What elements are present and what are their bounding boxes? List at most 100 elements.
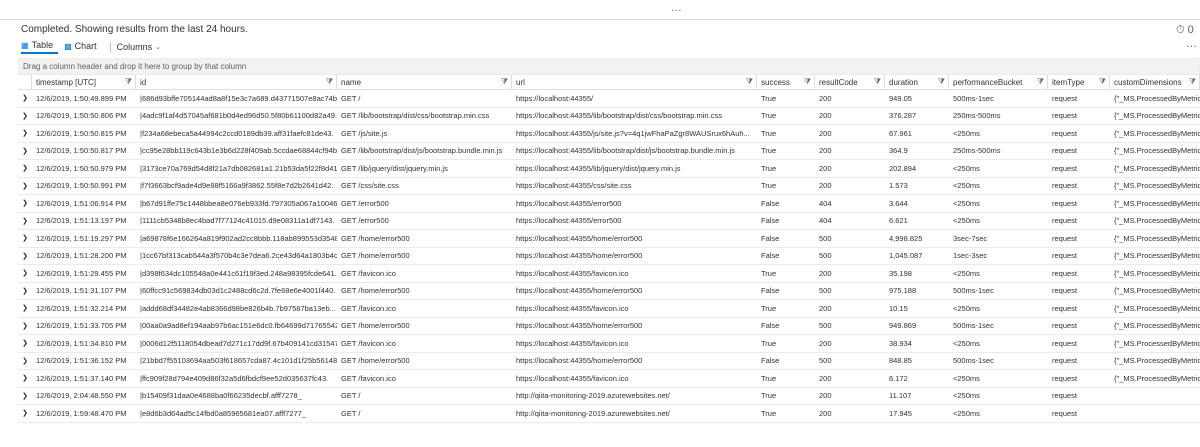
cell-item-type: request: [1052, 408, 1078, 418]
filter-icon[interactable]: ⧩: [804, 77, 811, 87]
table-row[interactable]: ❯ 12/6/2019, 1:51:36.152 PM |21bbd7f551036…: [18, 353, 1200, 370]
cell-result-code: 200: [819, 111, 832, 121]
table-row[interactable]: ❯ 12/6/2019, 1:51:29.455 PM |d398f634dc105…: [18, 265, 1200, 283]
filter-icon[interactable]: ⧩: [938, 77, 945, 87]
cell-success: False: [761, 233, 780, 243]
cell-result-code: 404: [819, 216, 832, 226]
filter-icon[interactable]: ⧩: [1099, 77, 1106, 87]
column-header-custom-dimensions[interactable]: customDimensions ⧩: [1110, 75, 1200, 89]
columns-dropdown[interactable]: Columns ⌄: [117, 42, 161, 52]
cell-duration: 3.644: [889, 198, 908, 208]
cell-name: GET /favicon.ico: [341, 303, 396, 313]
table-row[interactable]: ❯ 12/6/2019, 1:50:50.815 PM |f234a68ebeca5…: [18, 125, 1200, 143]
table-row[interactable]: ❯ 12/6/2019, 1:51:31.107 PM |60ffcc91c5698…: [18, 283, 1200, 300]
cell-duration: 4,998.825: [889, 233, 923, 243]
table-row[interactable]: ❯ 12/6/2019, 1:51:34.810 PM |0006d12f51180…: [18, 335, 1200, 353]
chevron-right-icon[interactable]: ❯: [18, 234, 32, 242]
cell-result-code: 200: [819, 338, 832, 348]
chevron-right-icon[interactable]: ❯: [18, 357, 32, 365]
table-row[interactable]: ❯ 12/6/2019, 1:51:06.914 PM |b67d91ffe75c1…: [18, 195, 1200, 213]
chevron-right-icon[interactable]: ❯: [18, 199, 32, 207]
cell-url: https://localhost:44355/home/error500: [516, 251, 643, 261]
chevron-right-icon[interactable]: ❯: [18, 182, 32, 190]
chevron-right-icon[interactable]: ❯: [18, 147, 32, 155]
cell-result-code: 200: [819, 128, 832, 138]
cell-timestamp: 12/6/2019, 1:50:50.815 PM: [36, 128, 127, 138]
chevron-right-icon[interactable]: ❯: [18, 269, 32, 277]
cell-id: |a69878f6e166264a819f902ad2cc8bbb.118ab8…: [140, 233, 337, 243]
table-row[interactable]: ❯ 12/6/2019, 1:51:32.214 PM |addd68df34482…: [18, 300, 1200, 318]
cell-url: https://localhost:44355/favicon.ico: [516, 303, 629, 313]
column-header-item-type[interactable]: itemType ⧩: [1048, 75, 1110, 89]
cell-item-type: request: [1052, 303, 1078, 313]
cell-result-code: 200: [819, 93, 832, 103]
table-row[interactable]: ❯ 12/6/2019, 1:51:37.140 PM |ffc909f28d794…: [18, 370, 1200, 388]
table-row[interactable]: ❯ 12/6/2019, 1:59:48.470 PM |e8d6b3d64ad5c…: [18, 405, 1200, 423]
column-header-name[interactable]: name ⧩: [337, 75, 512, 89]
chevron-right-icon[interactable]: ❯: [18, 287, 32, 295]
column-header-id[interactable]: id ⧩: [136, 75, 337, 89]
cell-timestamp: 12/6/2019, 1:51:29.455 PM: [36, 268, 127, 278]
chevron-right-icon[interactable]: ❯: [18, 322, 32, 330]
table-row[interactable]: ❯ 12/6/2019, 1:51:33.705 PM |00aa0a9ad8ef1…: [18, 318, 1200, 335]
chevron-right-icon[interactable]: ❯: [18, 112, 32, 120]
cell-item-type: request: [1052, 128, 1078, 138]
cell-item-type: request: [1052, 268, 1078, 278]
more-options-icon[interactable]: …: [1186, 38, 1197, 50]
cell-id: |3173ce70a769d54d8f21a7db082681a1.21b53d…: [140, 163, 337, 173]
column-header-result-code[interactable]: resultCode ⧩: [815, 75, 885, 89]
filter-icon[interactable]: ⧩: [501, 77, 508, 87]
column-header-url[interactable]: url ⧩: [512, 75, 757, 89]
filter-icon[interactable]: ⧩: [1037, 77, 1044, 87]
chevron-right-icon[interactable]: ❯: [18, 304, 32, 312]
drag-handle-dots[interactable]: ...: [671, 3, 682, 14]
chevron-right-icon[interactable]: ❯: [18, 217, 32, 225]
filter-icon[interactable]: ⧩: [746, 77, 753, 87]
cell-url: https://localhost:44355/home/error500: [516, 286, 643, 296]
table-row[interactable]: ❯ 12/6/2019, 1:51:19.297 PM |a69878f6e1662…: [18, 230, 1200, 248]
chevron-right-icon[interactable]: ❯: [18, 129, 32, 137]
chevron-right-icon[interactable]: ❯: [18, 392, 32, 400]
chevron-right-icon[interactable]: ❯: [18, 252, 32, 260]
chevron-right-icon[interactable]: ❯: [18, 374, 32, 382]
filter-icon[interactable]: ⧩: [1189, 77, 1196, 87]
cell-success: False: [761, 321, 780, 331]
cell-id: |686d93bffe705144ad8a8f15e3c7a689.d43771…: [140, 93, 337, 103]
cell-timestamp: 12/6/2019, 1:51:28.200 PM: [36, 251, 127, 261]
table-row[interactable]: ❯ 12/6/2019, 2:04:48.550 PM |b15409f31daa0…: [18, 388, 1200, 405]
table-row[interactable]: ❯ 12/6/2019, 1:50:50.991 PM |f7f3663bcf9ad…: [18, 178, 1200, 195]
table-row[interactable]: ❯ 12/6/2019, 1:50:49.899 PM |686d93bffe705…: [18, 90, 1200, 108]
tab-table[interactable]: ▦ Table: [21, 40, 59, 54]
table-row[interactable]: ❯ 12/6/2019, 1:51:13.197 PM |1111cb5348b8e…: [18, 213, 1200, 230]
cell-url: https://localhost:44355/error500: [516, 198, 622, 208]
group-by-dropzone[interactable]: Drag a column header and drop it here to…: [18, 58, 1200, 75]
chevron-right-icon[interactable]: ❯: [18, 409, 32, 417]
filter-icon[interactable]: ⧩: [326, 77, 333, 87]
cell-timestamp: 12/6/2019, 2:04:48.550 PM: [36, 391, 127, 401]
chevron-right-icon[interactable]: ❯: [18, 164, 32, 172]
column-header-timestamp[interactable]: timestamp [UTC] ⧩: [32, 75, 136, 89]
filter-icon[interactable]: ⧩: [125, 77, 132, 87]
table-row[interactable]: ❯ 12/6/2019, 1:50:50.979 PM |3173ce70a769d…: [18, 160, 1200, 178]
tab-chart[interactable]: ▩ Chart: [64, 41, 102, 53]
cell-timestamp: 12/6/2019, 1:51:36.152 PM: [36, 356, 127, 366]
cell-item-type: request: [1052, 321, 1078, 331]
cell-item-type: request: [1052, 356, 1078, 366]
table-row[interactable]: ❯ 12/6/2019, 1:51:28.200 PM |1cc67bf313cab…: [18, 248, 1200, 265]
cell-id: |cc95e28bb119c643b1e3b6d228f409ab.5ccdae…: [140, 146, 337, 156]
cell-id: |4adc9f1af4d57045af681b0d4ed96d50.5f80b6…: [140, 111, 337, 121]
cell-timestamp: 12/6/2019, 1:51:33.705 PM: [36, 321, 127, 331]
filter-icon[interactable]: ⧩: [874, 77, 881, 87]
table-row[interactable]: ❯ 12/6/2019, 1:50:50.817 PM |cc95e28bb119c…: [18, 143, 1200, 160]
chevron-right-icon[interactable]: ❯: [18, 339, 32, 347]
panel-resize-handle[interactable]: ...: [0, 0, 1200, 20]
table-row[interactable]: ❯ 12/6/2019, 1:50:50.806 PM |4adc9f1af4d57…: [18, 108, 1200, 125]
column-header-success[interactable]: success ⧩: [757, 75, 815, 89]
cell-performance-bucket: 500ms-1sec: [953, 356, 994, 366]
column-header-performance-bucket[interactable]: performanceBucket ⧩: [949, 75, 1048, 89]
column-header-duration[interactable]: duration ⧩: [885, 75, 949, 89]
chevron-right-icon[interactable]: ❯: [18, 94, 32, 102]
cell-duration: 6.172: [889, 373, 908, 383]
cell-performance-bucket: 1sec-3sec: [953, 251, 988, 261]
cell-name: GET /home/error500: [341, 286, 410, 296]
